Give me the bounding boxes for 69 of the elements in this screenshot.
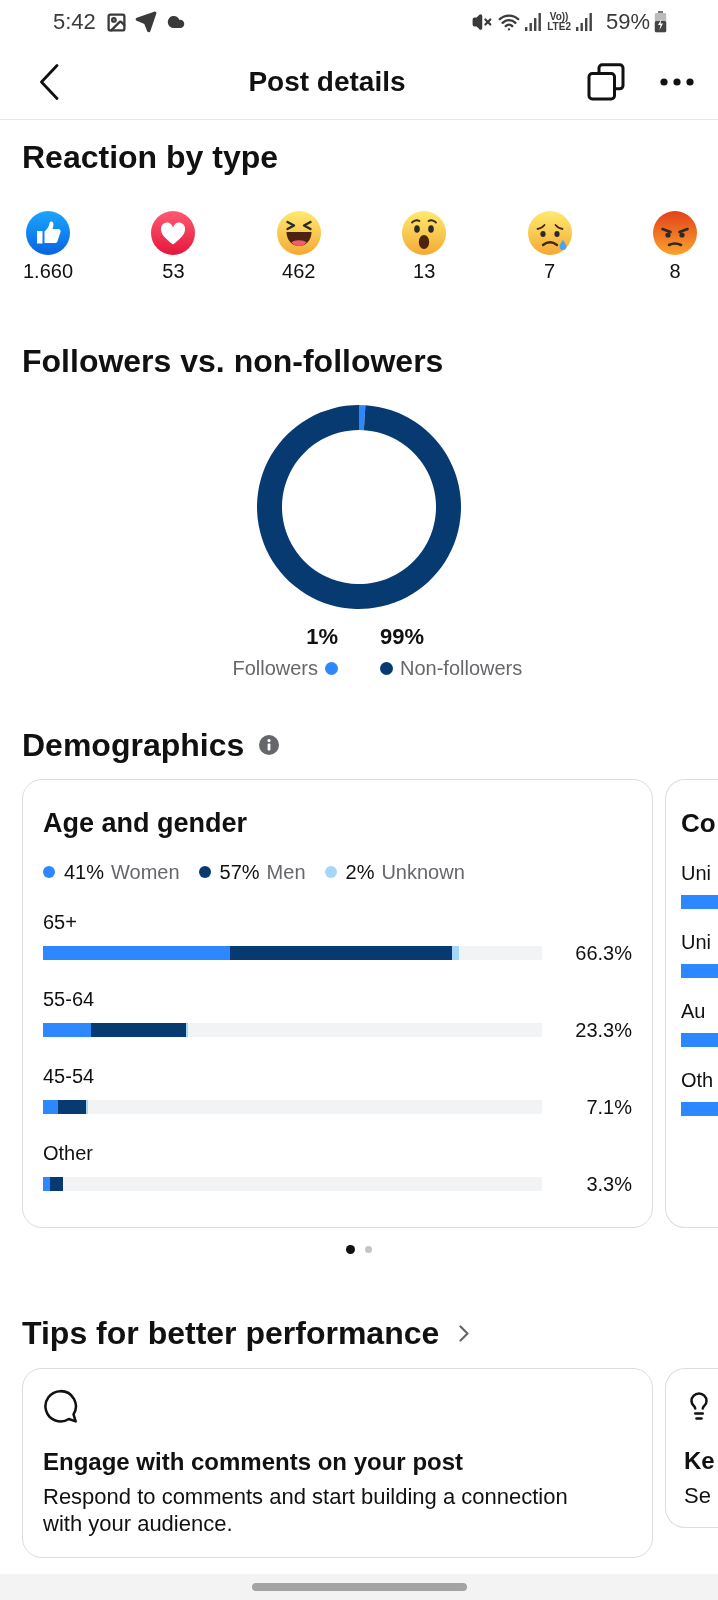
country-bar [681,1102,718,1116]
section-title: Demographics [22,727,245,763]
country-label: Au [681,999,707,1023]
country-label: Oth [681,1068,715,1092]
copy-button[interactable] [587,62,625,101]
age-range-label: 65+ [43,910,78,934]
legend-value: 41% [64,860,105,884]
tip-description: Se [684,1482,712,1509]
chevron-right-icon[interactable] [459,1324,470,1342]
legend-label: Non-followers [400,656,523,680]
tip-title: Engage with comments on your post [43,1448,465,1476]
angry-face-icon [652,211,697,255]
card-title: Age and gender [43,807,249,840]
section-title: Reaction by type [22,139,280,175]
country-label: Uni [681,930,712,954]
tip-card[interactable]: Engage with comments on your post Respond to comments and start building a connection with your audience. [22,1368,653,1558]
country-bar [681,1033,718,1047]
battery-charging-icon [654,11,667,33]
mute-icon [472,12,493,32]
comment-bubble-icon [43,1389,78,1424]
age-range-label: 45-54 [43,1064,96,1088]
paper-plane-icon [134,11,157,33]
age-range-label: 55-64 [43,987,96,1011]
tip-card[interactable]: Ke Se [665,1368,718,1528]
percentage-value: 23.3% [574,1018,632,1042]
percentage-value: 66.3% [574,941,632,965]
page-title: Post details [247,64,407,99]
legend-label: Unknown [381,860,465,884]
thumbs-up-icon [26,211,70,255]
percentage-value: 7.1% [585,1095,632,1119]
laughing-face-icon [276,211,321,255]
percentage-value: 3.3% [585,1172,632,1196]
legend-label: Women [111,860,180,884]
back-chevron-icon [39,63,59,100]
reaction-count: 13 [413,259,436,283]
info-icon[interactable] [259,735,280,755]
signal-icon [525,13,542,31]
signal-icon [575,13,592,31]
reaction-count: 1.660 [22,259,74,283]
card-title: Co [681,807,717,840]
country-bar [681,895,718,909]
volte-label: Vo)) [549,12,569,22]
age-range-label: Other [43,1141,95,1165]
reaction-count: 53 [162,259,185,283]
reaction-count: 462 [282,259,316,283]
more-options-icon [660,77,694,86]
share-value: 99% [380,623,425,651]
section-title[interactable]: Tips for better performance [22,1315,440,1351]
reaction-count: 8 [669,259,681,283]
section-title: Followers vs. non-followers [22,343,445,379]
legend-value: 57% [219,860,260,884]
network-type-label: LTE2 [547,22,571,32]
status-time: 5:42 [53,11,96,33]
tip-title: Ke [684,1447,716,1475]
reaction-count: 7 [544,259,556,283]
share-value: 1% [306,623,338,651]
legend-label: Men [266,860,306,884]
crying-face-icon [527,211,572,255]
more-options-button[interactable] [660,77,694,86]
legend-value: 2% [345,860,375,884]
wifi-icon [498,11,521,33]
tip-description: Respond to comments and start building a connection with your audience. [43,1483,569,1537]
copy-icon [587,62,625,101]
battery-percentage: 59% [605,11,650,33]
country-label: Uni [681,861,712,885]
legend-label: Followers [232,656,318,680]
surprised-face-icon [402,211,447,255]
country-bar [681,964,718,978]
gallery-icon [105,11,127,33]
